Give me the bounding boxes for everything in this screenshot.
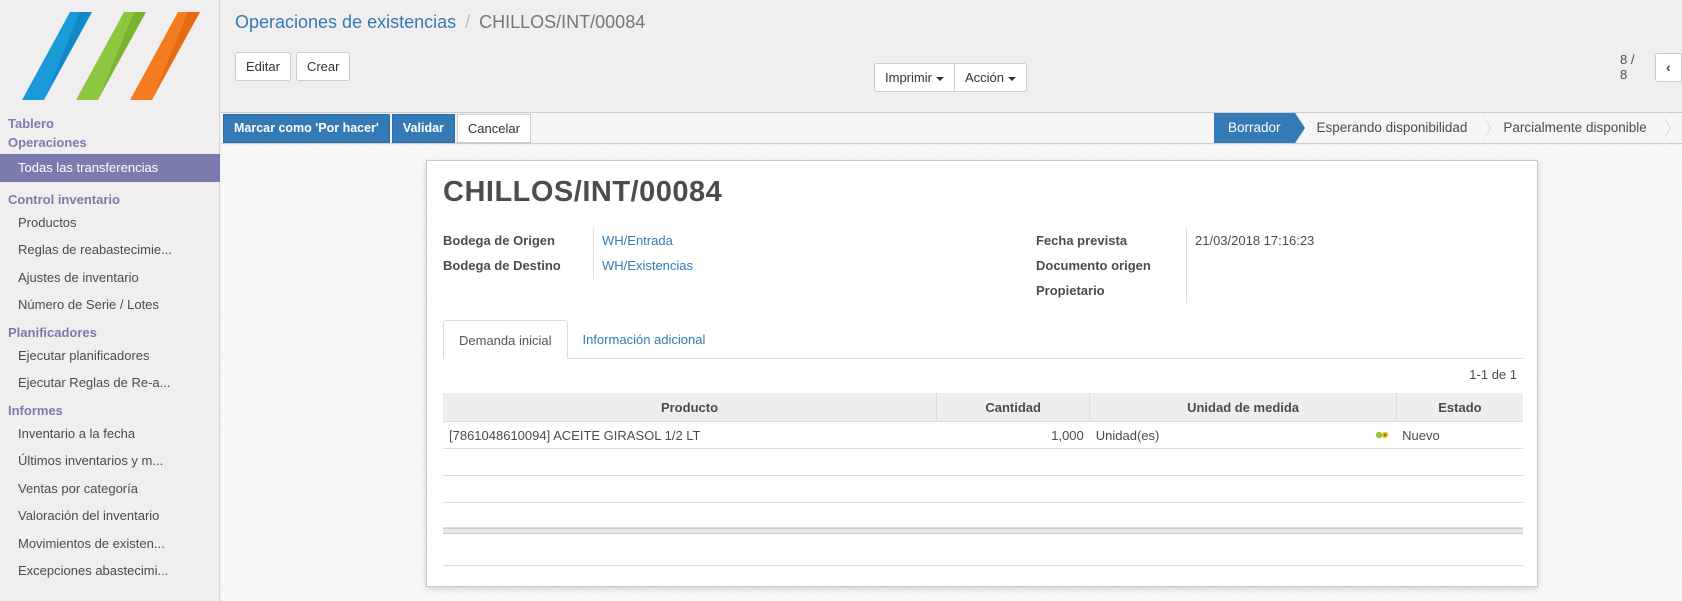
- column-quantity[interactable]: Cantidad: [937, 393, 1091, 421]
- table-row-empty: [443, 503, 1523, 528]
- cell-uom-text: Unidad(es): [1095, 427, 1160, 443]
- caret-down-icon: [1007, 76, 1016, 81]
- stage-draft: Borrador: [1214, 113, 1305, 143]
- sidebar-item-inventory-at-date[interactable]: Inventario a la fecha: [0, 420, 220, 448]
- origin-label: Documento origen: [1036, 258, 1151, 273]
- sidebar-item-serial-lots[interactable]: Número de Serie / Lotes: [0, 291, 220, 319]
- table-row-empty: [443, 449, 1523, 476]
- sidebar-item-inventory-valuation[interactable]: Valoración del inventario: [0, 502, 220, 530]
- record-pager: 8 / 8 ‹: [1620, 52, 1682, 82]
- record-title: CHILLOS/INT/00084: [443, 176, 723, 208]
- table-row-empty: [443, 476, 1523, 503]
- sidebar-nav: Tablero Operaciones Todas las transferen…: [0, 114, 220, 585]
- source-location-link[interactable]: WH/Entrada: [593, 228, 793, 253]
- tab-initial-demand[interactable]: Demanda inicial: [443, 320, 568, 359]
- origin-value: [1186, 253, 1486, 278]
- app-sidebar: Tablero Operaciones Todas las transferen…: [0, 0, 220, 601]
- breadcrumb-separator: /: [465, 12, 471, 32]
- breadcrumb-parent[interactable]: Operaciones de existencias: [235, 12, 456, 32]
- column-state[interactable]: Estado: [1397, 393, 1523, 421]
- table-header: Producto Cantidad Unidad de medida Estad…: [443, 393, 1523, 422]
- tab-additional-info[interactable]: Información adicional: [568, 320, 721, 359]
- mark-as-todo-button[interactable]: Marcar como 'Por hacer': [223, 114, 390, 143]
- create-button[interactable]: Crear: [295, 52, 351, 81]
- sidebar-item-run-schedulers[interactable]: Ejecutar planificadores: [0, 342, 220, 370]
- notebook-tabs: Demanda inicial Información adicional: [443, 320, 1523, 359]
- sidebar-item-reorder-rules[interactable]: Reglas de reabastecimie...: [0, 236, 220, 264]
- edit-button[interactable]: Editar: [235, 52, 291, 81]
- cell-quantity: 1,000: [1051, 427, 1084, 443]
- source-location-label: Bodega de Origen: [443, 233, 555, 248]
- sidebar-item-products[interactable]: Productos: [0, 209, 220, 237]
- action-dropdown[interactable]: Acción: [954, 63, 1027, 92]
- sidebar-header-schedulers[interactable]: Planificadores: [0, 323, 220, 342]
- sidebar-item-run-reorder-rules[interactable]: Ejecutar Reglas de Re-a...: [0, 369, 220, 397]
- breadcrumb: Operaciones de existencias / CHILLOS/INT/0…: [235, 12, 645, 33]
- pager-value[interactable]: 8 / 8: [1620, 52, 1645, 82]
- main-content: Operaciones de existencias / CHILLOS/INT/0…: [221, 0, 1682, 601]
- table-row[interactable]: [7861048610094] ACEITE GIRASOL 1/2 LT 1,…: [443, 422, 1523, 449]
- validate-button[interactable]: Validar: [391, 114, 455, 143]
- status-stages: Borrador Esperando disponibilidad Parcia…: [1214, 113, 1672, 143]
- column-product[interactable]: Producto: [443, 393, 937, 421]
- cell-uom: Unidad(es): [1090, 428, 1396, 443]
- sidebar-header-inventory-control[interactable]: Control inventario: [0, 190, 220, 209]
- location-fields: Bodega de Origen WH/Entrada Bodega de De…: [443, 228, 793, 278]
- owner-label: Propietario: [1036, 283, 1105, 298]
- owner-value: [1186, 278, 1486, 303]
- dest-location-label: Bodega de Destino: [443, 258, 561, 273]
- move-lines-icon[interactable]: [1374, 430, 1390, 440]
- column-uom[interactable]: Unidad de medida: [1090, 393, 1397, 421]
- table-footer-space: [443, 534, 1523, 566]
- dest-location-link[interactable]: WH/Existencias: [593, 253, 793, 278]
- sidebar-header-dashboard[interactable]: Tablero: [0, 114, 220, 133]
- chevron-left-icon[interactable]: ‹: [1654, 52, 1682, 82]
- stage-waiting-availability: Esperando disponibilidad: [1294, 113, 1492, 143]
- action-label: Acción: [964, 70, 1004, 85]
- cancel-button[interactable]: Cancelar: [456, 114, 531, 143]
- form-statusbar: Marcar como 'Por hacer' Validar Cancelar…: [221, 112, 1682, 144]
- form-buttons: Editar Crear: [235, 52, 351, 81]
- schedule-fields: Fecha prevista 21/03/2018 17:16:23 Docum…: [1036, 228, 1486, 303]
- sidebar-item-procurement-exceptions[interactable]: Excepciones abastecimi...: [0, 557, 220, 585]
- sidebar-item-all-transfers[interactable]: Todas las transferencias: [0, 154, 220, 182]
- sidebar-item-last-inventories[interactable]: Últimos inventarios y m...: [0, 447, 220, 475]
- stage-partially-available: Parcialmente disponible: [1481, 113, 1672, 143]
- cell-state: Nuevo: [1402, 427, 1440, 443]
- sidebar-item-stock-moves[interactable]: Movimientos de existen...: [0, 530, 220, 558]
- action-menus: Imprimir Acción: [874, 63, 1027, 92]
- statusbar-buttons: Marcar como 'Por hacer' Validar Cancelar: [223, 114, 531, 143]
- scheduled-date-value: 21/03/2018 17:16:23: [1186, 228, 1486, 253]
- company-logo[interactable]: [22, 12, 200, 100]
- sidebar-item-inventory-adjustments[interactable]: Ajustes de inventario: [0, 264, 220, 292]
- scheduled-date-label: Fecha prevista: [1036, 233, 1128, 248]
- print-label: Imprimir: [885, 70, 932, 85]
- print-dropdown[interactable]: Imprimir: [874, 63, 955, 92]
- caret-down-icon: [935, 76, 944, 81]
- sidebar-item-sales-by-category[interactable]: Ventas por categoría: [0, 475, 220, 503]
- breadcrumb-current: CHILLOS/INT/00084: [479, 12, 646, 32]
- cell-product: [7861048610094] ACEITE GIRASOL 1/2 LT: [449, 427, 701, 443]
- sidebar-header-reports[interactable]: Informes: [0, 401, 220, 420]
- sidebar-header-operations[interactable]: Operaciones: [0, 133, 220, 152]
- control-panel: Operaciones de existencias / CHILLOS/INT/0…: [221, 0, 1682, 112]
- form-sheet: CHILLOS/INT/00084 Bodega de Origen WH/En…: [426, 160, 1538, 587]
- list-pager[interactable]: 1-1 de 1: [1469, 367, 1517, 382]
- move-lines-table: Producto Cantidad Unidad de medida Estad…: [443, 393, 1523, 566]
